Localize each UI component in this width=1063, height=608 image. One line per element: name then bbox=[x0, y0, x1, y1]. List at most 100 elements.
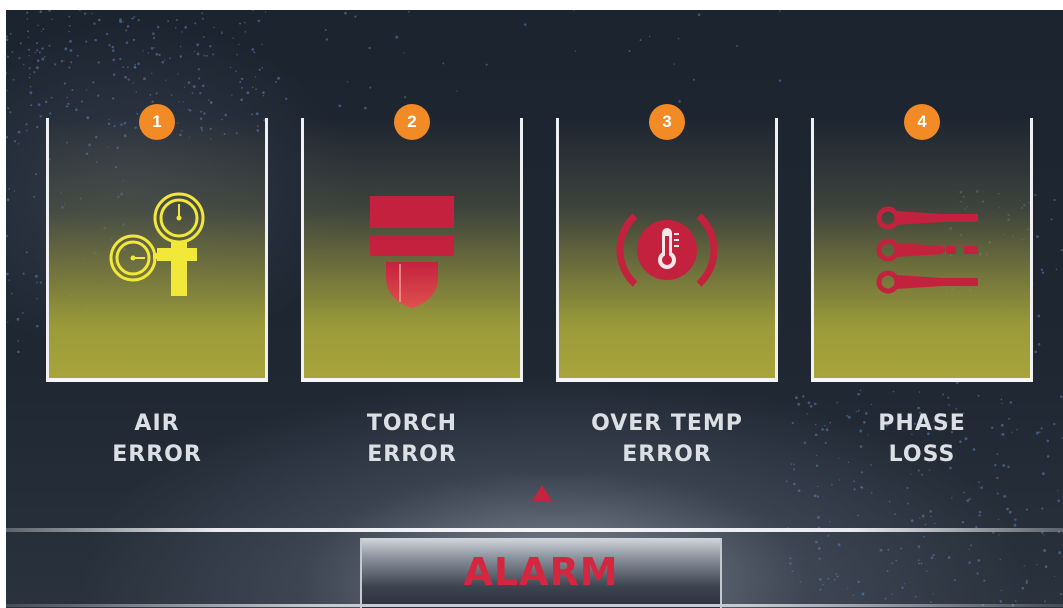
background-dot bbox=[76, 54, 79, 57]
background-dot bbox=[127, 66, 129, 69]
background-dot bbox=[785, 480, 788, 483]
background-dot bbox=[68, 15, 71, 18]
background-dot bbox=[853, 480, 856, 483]
background-dot bbox=[404, 96, 407, 99]
background-dot bbox=[196, 43, 200, 47]
background-dot bbox=[673, 63, 675, 65]
background-dot bbox=[261, 43, 263, 46]
background-dot bbox=[244, 21, 246, 24]
alert-label-line2: LOSS bbox=[888, 442, 956, 467]
background-dot bbox=[137, 62, 140, 66]
background-dot bbox=[39, 281, 42, 284]
alert-panel-over-temp-error[interactable]: 3 bbox=[556, 104, 778, 382]
alarm-button[interactable]: ALARM bbox=[360, 538, 722, 608]
background-dot bbox=[163, 59, 166, 61]
background-dot bbox=[997, 518, 1000, 521]
background-dot bbox=[1053, 198, 1056, 202]
background-dot bbox=[941, 393, 944, 396]
background-dot bbox=[910, 519, 914, 523]
background-dot bbox=[134, 66, 137, 69]
background-dot bbox=[127, 78, 130, 81]
background-dot bbox=[791, 421, 794, 425]
background-dot bbox=[891, 593, 893, 595]
background-dot bbox=[1059, 592, 1062, 596]
bottom-edge-line bbox=[6, 604, 1063, 607]
background-dot bbox=[6, 272, 9, 276]
background-dot bbox=[888, 500, 891, 503]
background-dot bbox=[229, 66, 232, 69]
background-dot bbox=[963, 491, 966, 494]
background-dot bbox=[1057, 499, 1061, 503]
background-dot bbox=[126, 24, 130, 28]
background-dot bbox=[54, 63, 57, 66]
background-dot bbox=[930, 515, 932, 518]
background-dot bbox=[929, 509, 933, 513]
background-dot bbox=[201, 84, 205, 88]
background-dot bbox=[11, 51, 14, 54]
background-dot bbox=[1041, 472, 1045, 476]
background-dot bbox=[857, 392, 860, 396]
background-dot bbox=[8, 188, 11, 190]
alert-panel-phase-loss[interactable]: 4 bbox=[811, 104, 1033, 382]
background-dot bbox=[258, 68, 261, 72]
background-dot bbox=[996, 492, 999, 495]
background-dot bbox=[859, 389, 862, 392]
background-dot bbox=[119, 57, 122, 61]
background-dot bbox=[150, 72, 153, 75]
background-dot bbox=[6, 198, 10, 201]
background-dot bbox=[27, 36, 30, 39]
background-dot bbox=[833, 578, 836, 581]
background-dot bbox=[134, 63, 136, 66]
background-dot bbox=[224, 113, 228, 117]
background-dot bbox=[153, 47, 155, 49]
background-dot bbox=[1036, 563, 1038, 566]
background-dot bbox=[1060, 395, 1063, 398]
background-dot bbox=[239, 22, 242, 25]
background-dot bbox=[917, 559, 920, 562]
background-dot bbox=[884, 597, 887, 600]
background-dot bbox=[158, 53, 161, 57]
background-dot bbox=[980, 486, 983, 489]
background-dot bbox=[819, 588, 822, 591]
background-dot bbox=[932, 554, 935, 557]
background-dot bbox=[852, 594, 855, 596]
background-dot bbox=[6, 38, 9, 42]
alert-label-phase-loss: PHASE LOSS bbox=[802, 408, 1042, 470]
background-dot bbox=[28, 76, 31, 79]
background-dot bbox=[853, 488, 856, 491]
torch-nozzle-icon bbox=[370, 196, 454, 308]
background-dot bbox=[977, 481, 980, 484]
background-dot bbox=[64, 48, 67, 51]
alert-panel-air-error[interactable]: 1 bbox=[46, 104, 268, 382]
background-dot bbox=[246, 91, 250, 95]
background-dot bbox=[35, 41, 39, 45]
alert-label-line2: ERROR bbox=[622, 442, 712, 467]
background-dot bbox=[238, 43, 240, 46]
alert-label-over-temp-error: OVER TEMP ERROR bbox=[547, 408, 787, 470]
pressure-gauge-icon bbox=[109, 192, 205, 296]
background-dot bbox=[33, 195, 36, 198]
background-dot bbox=[37, 24, 39, 27]
background-dot bbox=[48, 10, 51, 12]
background-dot bbox=[1001, 402, 1003, 405]
background-dot bbox=[827, 577, 830, 580]
alert-label-line1: PHASE bbox=[878, 411, 966, 436]
background-dot bbox=[135, 91, 138, 93]
alert-panel-torch-error[interactable]: 2 bbox=[301, 104, 523, 382]
background-dot bbox=[203, 112, 206, 115]
background-dot bbox=[1036, 235, 1039, 239]
background-dot bbox=[920, 562, 923, 565]
background-dot bbox=[179, 55, 182, 58]
background-dot bbox=[1008, 510, 1012, 514]
background-dot bbox=[976, 572, 979, 575]
background-dot bbox=[22, 272, 25, 275]
background-dot bbox=[1021, 586, 1025, 590]
background-dot bbox=[156, 25, 160, 29]
background-dot bbox=[205, 54, 208, 57]
background-dot bbox=[197, 68, 200, 71]
divider-line bbox=[6, 528, 1063, 532]
background-dot bbox=[44, 100, 48, 104]
background-dot bbox=[39, 10, 43, 13]
background-dot bbox=[182, 101, 184, 103]
background-dot bbox=[9, 32, 12, 35]
